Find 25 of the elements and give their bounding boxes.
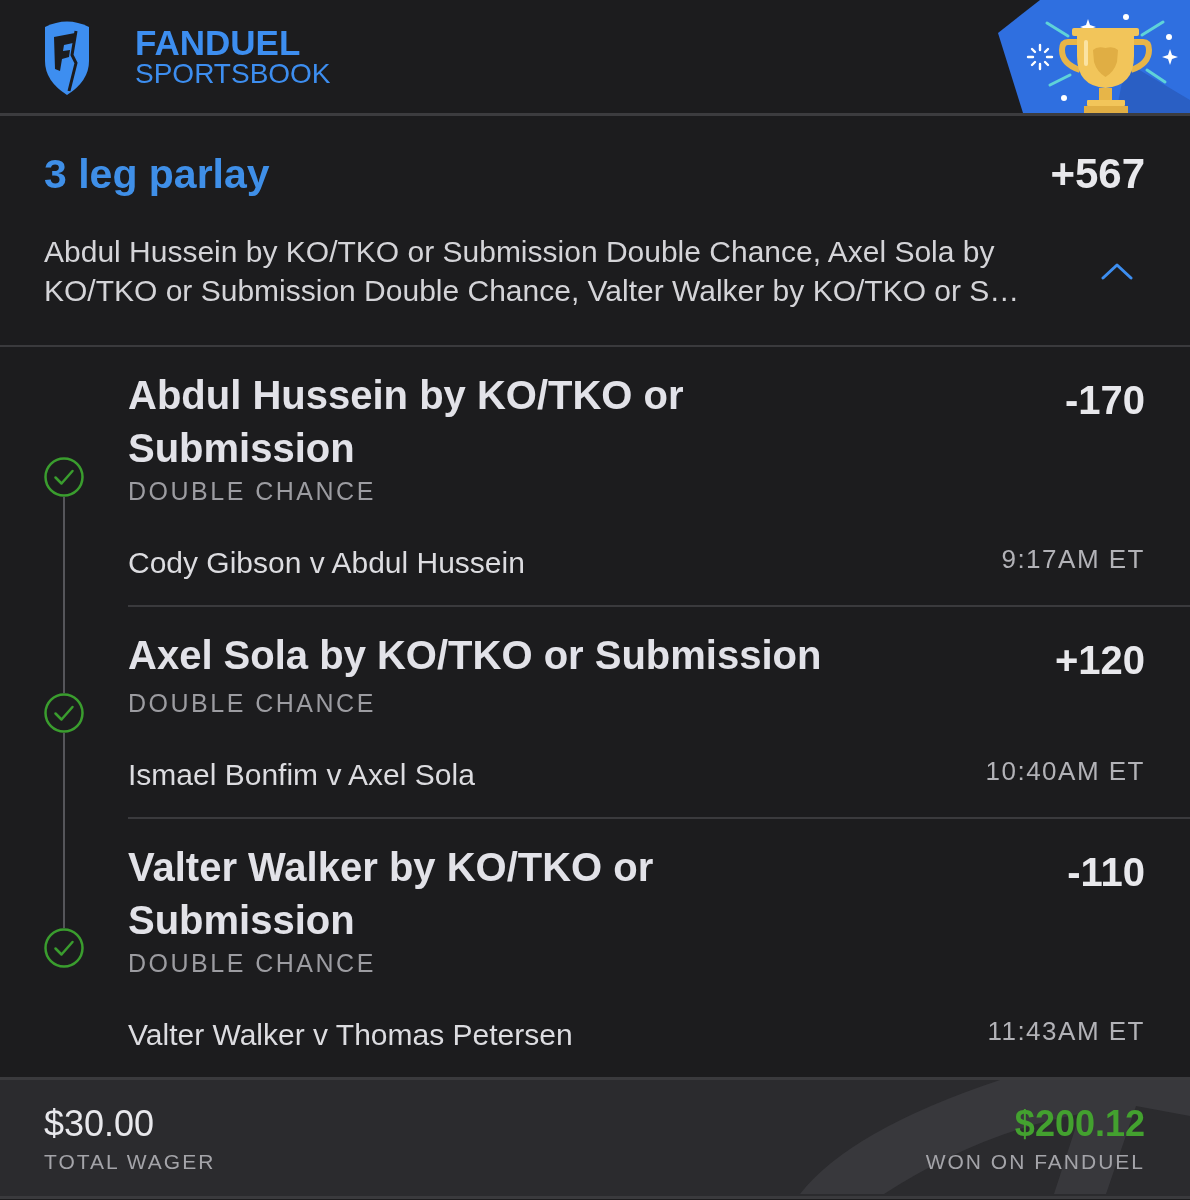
payout-label: WON ON FANDUEL <box>925 1149 1145 1175</box>
parlay-odds: +567 <box>1050 150 1145 198</box>
selection-title: Abdul Hussein by KO/TKO or Submission <box>128 372 685 472</box>
parlay-title: 3 leg parlay <box>44 150 270 198</box>
event-time: 10:40AM ET <box>985 755 1145 788</box>
parlay-description: Abdul Hussein by KO/TKO or Submission Double Chance, Axel Sola by KO/TKO or Submission Double Chance, Valter Walker by KO/TKO or S… <box>44 234 1021 309</box>
market-label: DOUBLE CHANCE <box>128 688 376 719</box>
payout-amount: $200.12 <box>1014 1104 1145 1144</box>
brand-subtitle: SPORTSBOOK <box>135 57 331 89</box>
selection-title: Axel Sola by KO/TKO or Submission <box>128 632 822 679</box>
wager-label: TOTAL WAGER <box>44 1149 216 1175</box>
market-label: DOUBLE CHANCE <box>128 476 376 507</box>
matchup-text: Cody Gibson v Abdul Hussein <box>128 545 525 581</box>
selection-title: Valter Walker by KO/TKO or Submission <box>128 844 655 944</box>
matchup-text: Valter Walker v Thomas Petersen <box>128 1017 573 1053</box>
market-label: DOUBLE CHANCE <box>128 948 376 979</box>
wager-amount: $30.00 <box>44 1104 155 1144</box>
selection-odds: -110 <box>1067 849 1145 896</box>
chevron-up-icon[interactable] <box>1101 262 1133 280</box>
selection-odds: -170 <box>1064 377 1145 424</box>
brand-name: FANDUEL <box>135 26 301 58</box>
selection-odds: +120 <box>1054 637 1145 684</box>
event-time: 9:17AM ET <box>1001 543 1145 576</box>
matchup-text: Ismael Bonfim v Axel Sola <box>128 757 475 793</box>
event-time: 11:43AM ET <box>987 1015 1145 1048</box>
